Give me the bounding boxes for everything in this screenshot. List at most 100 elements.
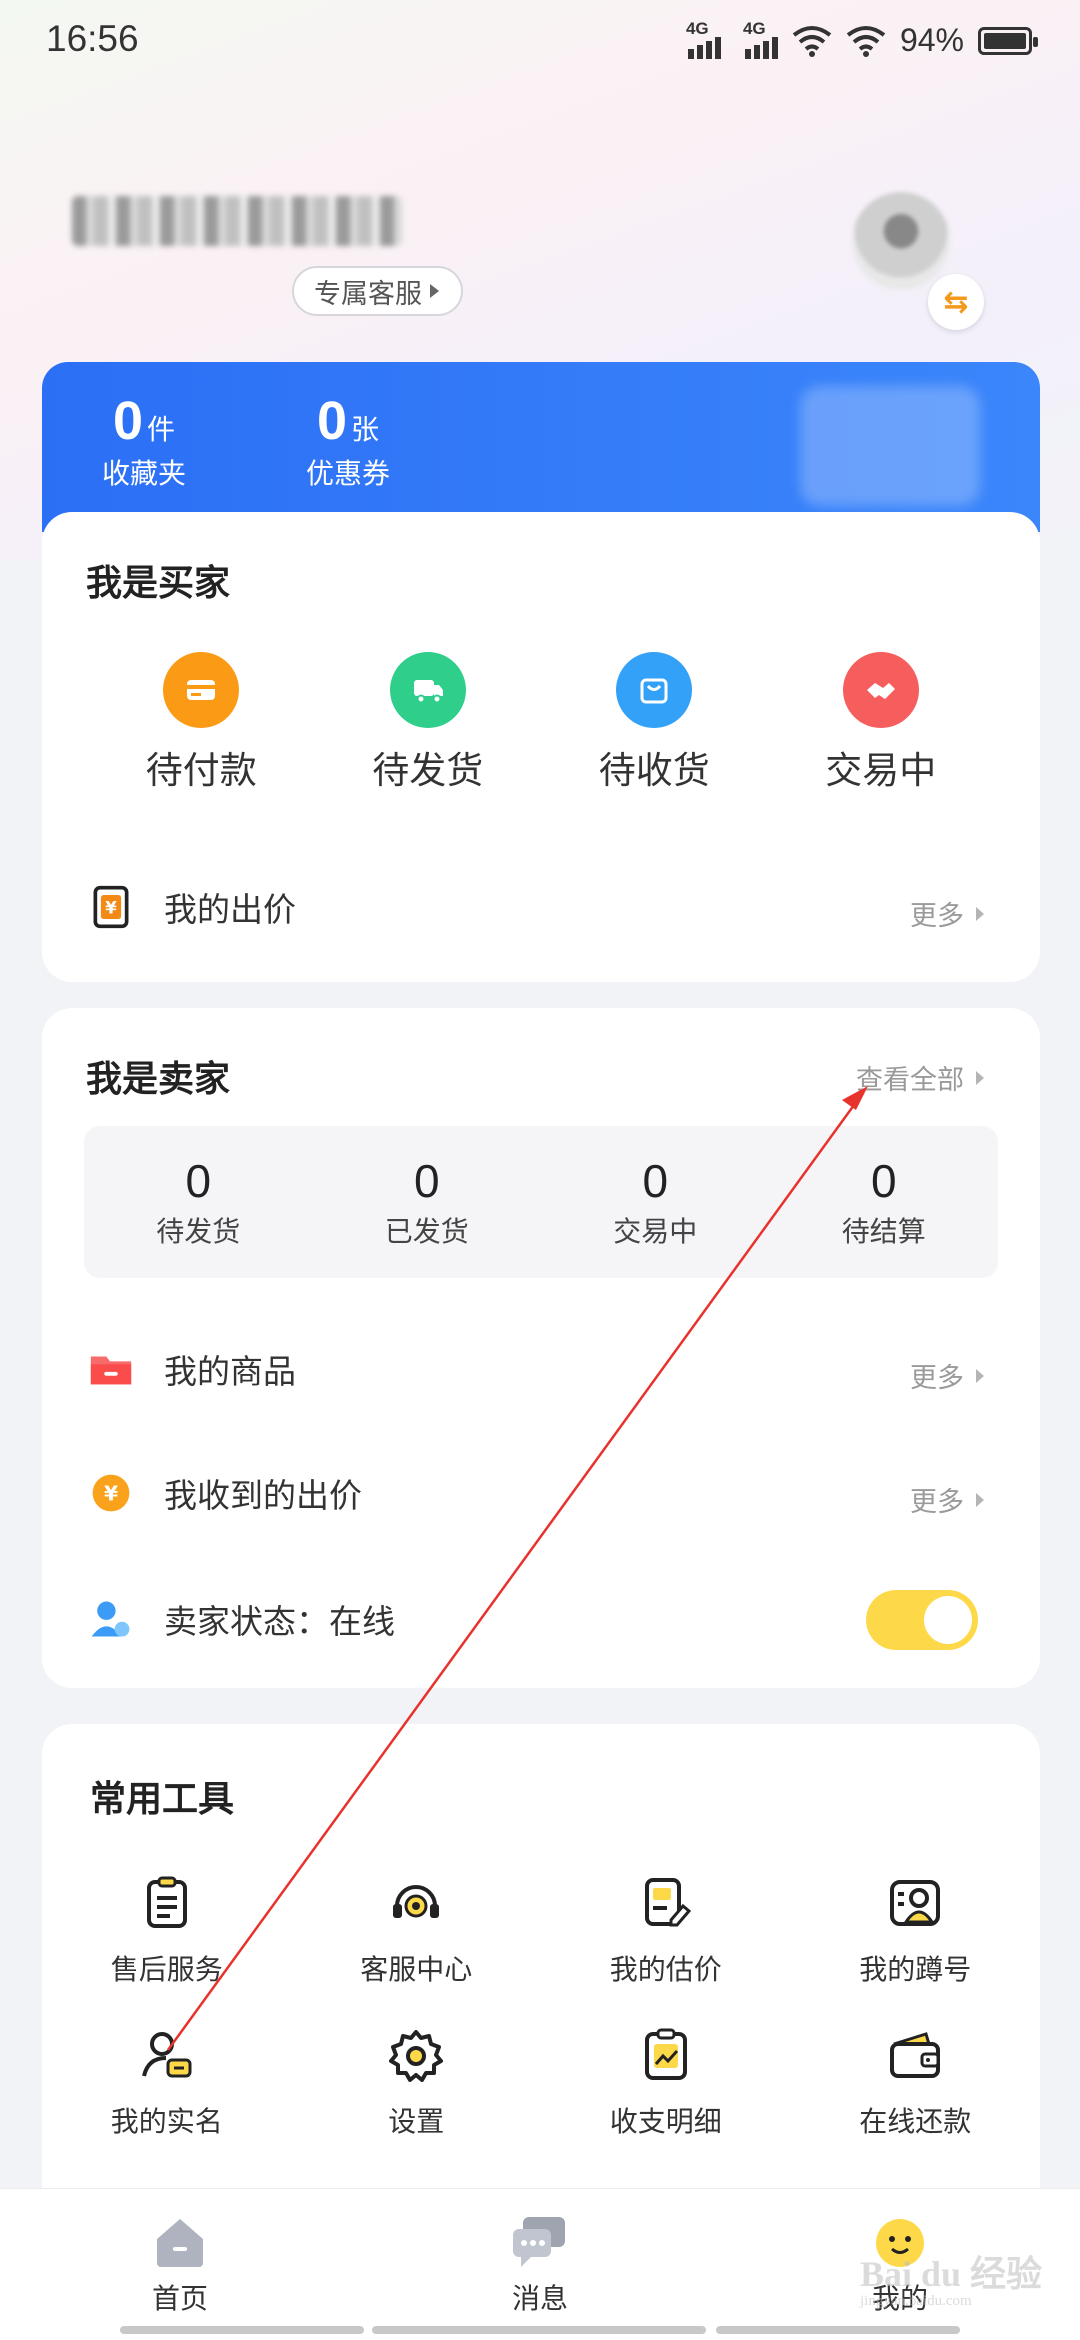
my-goods-label: 我的商品 — [164, 1352, 296, 1391]
pending-receipt-button[interactable]: 待收货 — [559, 652, 749, 794]
seller-shipped-count: 0 — [413, 1155, 440, 1207]
favorites-count: 0 — [112, 391, 144, 451]
yuan-coin-icon: ¥ — [86, 1468, 136, 1518]
my-bids-more-link[interactable]: 更多 — [910, 894, 984, 933]
cellular-signal-icon-2: 4G — [743, 19, 778, 59]
tab-messages[interactable]: 消息 — [440, 2211, 640, 2317]
more-label: 更多 — [910, 1363, 964, 1394]
seller-status-label: 卖家状态：在线 — [164, 1602, 395, 1641]
received-bids-row[interactable]: ¥ 我收到的出价 — [86, 1458, 1040, 1528]
pending-shipment-button[interactable]: 待发货 — [333, 652, 523, 794]
appraisal-icon — [644, 1878, 691, 1927]
svg-text:¥: ¥ — [105, 898, 117, 917]
chevron-right-icon — [976, 906, 984, 921]
exclusive-service-button[interactable]: 专属客服 — [292, 266, 463, 316]
watch-account-button[interactable]: 我的蹲号 — [791, 1874, 1041, 1988]
my-goods-row[interactable]: 我的商品 — [86, 1334, 1040, 1404]
clipboard-icon — [146, 1876, 187, 1928]
more-label: 更多 — [910, 1487, 964, 1518]
shopping-bag-icon — [616, 652, 693, 728]
after-sales-service-label: 售后服务 — [110, 1953, 223, 1986]
headset-icon — [393, 1885, 440, 1918]
received-bids-more-link[interactable]: 更多 — [910, 1480, 984, 1519]
seller-in-trade-stat[interactable]: 0 交易中 — [565, 1154, 745, 1250]
tab-messages-label: 消息 — [511, 2282, 568, 2315]
status-bar: 16:56 4G 4G 94% — [0, 0, 1080, 90]
pending-payment-button[interactable]: 待付款 — [106, 652, 296, 794]
favorites-unit: 件 — [147, 413, 176, 446]
ledger-icon — [644, 2028, 687, 2080]
tab-home[interactable]: 首页 — [80, 2211, 280, 2317]
chat-bubbles-icon — [513, 2217, 565, 2267]
seller-to-ship-stat[interactable]: 0 待发货 — [108, 1154, 288, 1250]
chevron-right-icon — [976, 1368, 984, 1383]
income-expense-button[interactable]: 收支明细 — [541, 2026, 791, 2140]
income-expense-label: 收支明细 — [609, 2105, 722, 2138]
status-icons: 4G 4G 94% — [686, 19, 1038, 59]
my-appraisal-button[interactable]: 我的估价 — [541, 1874, 791, 1988]
buyer-title: 我是买家 — [86, 563, 231, 604]
tools-grid: 售后服务 客服中心 我的估价 我的蹲号 我的实名 设置 收支明细 在线还款 — [42, 1874, 1040, 2140]
seller-shipped-label: 已发货 — [384, 1215, 469, 1248]
battery-icon — [978, 26, 1038, 55]
seller-status-toggle[interactable] — [866, 1590, 978, 1650]
tab-home-label: 首页 — [151, 2282, 208, 2315]
seller-title: 我是卖家 — [86, 1059, 231, 1100]
seller-shipped-stat[interactable]: 0 已发货 — [337, 1154, 517, 1250]
seller-stats-panel: 0 待发货 0 已发货 0 交易中 0 待结算 — [84, 1126, 998, 1278]
chevron-right-icon — [976, 1070, 984, 1085]
bottom-tab-bar: 首页 消息 我的 Bai du 经验 jingyan.baidu.com — [0, 2188, 1080, 2340]
wifi-icon — [792, 25, 832, 57]
stats-card: 0件 收藏夹 0张 优惠券 — [42, 362, 1040, 532]
customer-service-center-button[interactable]: 客服中心 — [292, 1874, 542, 1988]
received-bids-label: 我收到的出价 — [164, 1476, 362, 1515]
user-status-icon — [86, 1594, 136, 1644]
my-bids-row[interactable]: ¥ 我的出价 — [86, 872, 1040, 942]
pending-shipment-label: 待发货 — [372, 749, 484, 792]
gesture-bar-center — [372, 2326, 706, 2334]
toggle-knob — [924, 1596, 972, 1644]
cellular-signal-icon: 4G — [686, 19, 721, 59]
pending-receipt-label: 待收货 — [598, 749, 710, 792]
seller-in-trade-count: 0 — [642, 1155, 669, 1207]
status-time: 16:56 — [46, 18, 139, 59]
seller-settle-stat[interactable]: 0 待结算 — [794, 1154, 974, 1250]
coupons-stat[interactable]: 0张 优惠券 — [306, 390, 390, 492]
view-all-label: 查看全部 — [856, 1065, 964, 1096]
settings-button[interactable]: 设置 — [292, 2026, 542, 2140]
customer-service-center-label: 客服中心 — [360, 1953, 473, 1986]
gesture-bar-right — [716, 2326, 960, 2334]
real-name-label: 我的实名 — [110, 2105, 223, 2138]
avatar[interactable] — [852, 192, 950, 290]
seller-to-ship-count: 0 — [185, 1155, 212, 1207]
online-repayment-button[interactable]: 在线还款 — [791, 2026, 1041, 2140]
seller-in-trade-label: 交易中 — [613, 1215, 698, 1248]
favorites-label: 收藏夹 — [102, 457, 187, 490]
user-name-blurred[interactable]: ████████ — [72, 196, 402, 246]
card-decoration — [800, 386, 980, 506]
settings-label: 设置 — [388, 2105, 445, 2138]
card-payment-icon — [163, 652, 240, 728]
tools-card: 常用工具 售后服务 客服中心 我的估价 我的蹲号 我的实名 设置 收支明细 在线… — [42, 1724, 1040, 2244]
watermark-sub: jingyan.baidu.com — [860, 2293, 972, 2309]
home-icon — [157, 2219, 203, 2267]
switch-account-icon[interactable]: ⇆ — [928, 274, 984, 330]
favorites-stat[interactable]: 0件 收藏夹 — [102, 390, 186, 492]
buyer-order-grid: 待付款 待发货 待收货 交易中 — [42, 652, 1040, 794]
svg-text:¥: ¥ — [104, 1481, 118, 1505]
in-transaction-label: 交易中 — [825, 749, 937, 792]
my-bids-label: 我的出价 — [164, 890, 296, 929]
in-transaction-button[interactable]: 交易中 — [786, 652, 976, 794]
tools-title: 常用工具 — [90, 1779, 235, 1820]
my-goods-more-link[interactable]: 更多 — [910, 1356, 984, 1395]
real-name-button[interactable]: 我的实名 — [42, 2026, 292, 2140]
wifi-icon-2 — [846, 25, 886, 57]
after-sales-service-button[interactable]: 售后服务 — [42, 1874, 292, 1988]
coupons-label: 优惠券 — [306, 457, 391, 490]
view-all-link[interactable]: 查看全部 — [856, 1058, 984, 1097]
battery-percent: 94% — [899, 22, 964, 58]
exclusive-service-label: 专属客服 — [314, 278, 422, 310]
watch-account-label: 我的蹲号 — [859, 1953, 972, 1986]
more-label: 更多 — [910, 901, 964, 932]
seller-card: 我是卖家 查看全部 0 待发货 0 已发货 0 交易中 0 待结算 我的商品 更多 ¥ … — [42, 1008, 1040, 1688]
